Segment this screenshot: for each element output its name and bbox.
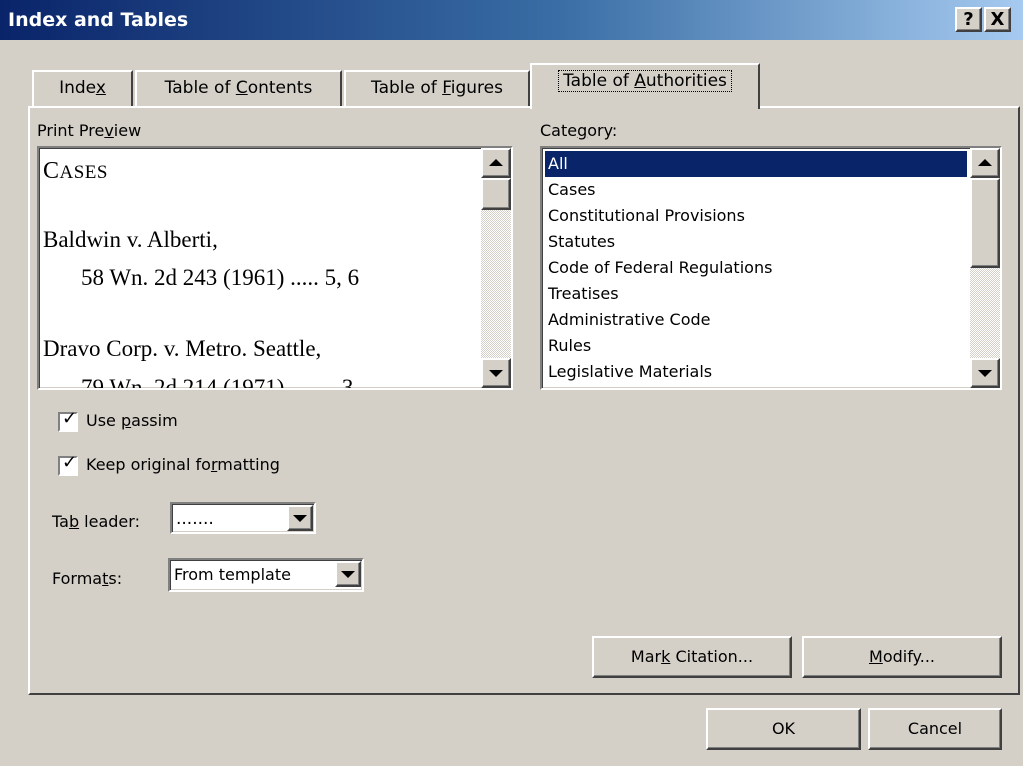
ok-button[interactable]: OK — [706, 708, 861, 750]
window-title: Index and Tables — [8, 9, 189, 31]
formats-select[interactable]: From template — [168, 558, 364, 592]
label-text: s: — [108, 569, 123, 588]
label-text: Forma — [52, 569, 103, 588]
chevron-down-icon — [293, 515, 307, 522]
label-text: Cate — [540, 121, 578, 140]
keep-original-formatting-checkbox[interactable]: ✓ Keep original formatting — [58, 452, 348, 479]
use-passim-checkbox[interactable]: ✓ Use passim — [58, 408, 238, 435]
title-bar[interactable]: Index and Tables ? X — [0, 0, 1023, 40]
category-item-constitutional-provisions[interactable]: Constitutional Provisions — [545, 203, 967, 229]
button-text: Mar — [630, 647, 662, 666]
close-icon: X — [990, 9, 1005, 30]
checkbox-box[interactable]: ✓ — [58, 408, 78, 432]
category-label: Category: — [540, 121, 617, 140]
close-button[interactable]: X — [984, 7, 1011, 32]
tab-index[interactable]: Index — [32, 70, 133, 106]
category-item-all[interactable]: All — [545, 151, 967, 177]
tab-label: Table of — [563, 71, 635, 91]
help-icon: ? — [963, 9, 974, 30]
tab-accel: x — [95, 78, 106, 98]
category-item-legislative-materials[interactable]: Legislative Materials — [545, 359, 967, 385]
tab-leader-select[interactable]: ....... — [170, 502, 316, 534]
tab-table-of-authorities[interactable]: Table of Authorities — [530, 63, 760, 109]
category-listbox[interactable]: All Cases Constitutional Provisions Stat… — [540, 146, 1002, 390]
formats-label: Formats: — [52, 569, 122, 588]
label-text: Keep original fo — [86, 455, 211, 474]
scroll-up-button[interactable] — [481, 148, 511, 178]
label-text: assim — [131, 411, 178, 430]
tab-label: Inde — [59, 78, 96, 98]
label-text: ory: — [587, 121, 618, 140]
tab-label: ontents — [247, 78, 313, 98]
arrow-up-icon — [489, 159, 503, 166]
category-item-administrative-code[interactable]: Administrative Code — [545, 307, 967, 333]
tab-label: uthorities — [645, 71, 727, 91]
tab-accel: A — [634, 71, 646, 91]
label-accel: b — [68, 512, 80, 531]
keep-formatting-label: Keep original formatting — [86, 455, 280, 474]
modify-button[interactable]: Modify... — [802, 636, 1002, 678]
heading-rest: ASES — [59, 162, 108, 183]
label-accel: g — [577, 121, 588, 140]
label-text: Ta — [52, 512, 69, 531]
arrow-up-icon — [978, 159, 992, 166]
scroll-up-button[interactable] — [970, 148, 1000, 178]
arrow-down-icon — [489, 370, 503, 377]
tab-label: Table of — [164, 78, 236, 98]
checkmark-icon: ✓ — [62, 408, 78, 429]
scroll-down-button[interactable] — [970, 358, 1000, 388]
tab-leader-label: Tab leader: — [52, 512, 140, 531]
preview-line: 79 Wn. 2d 214 (1971) ........ 3 — [81, 375, 354, 390]
preview-heading: CASES — [43, 158, 108, 185]
tab-label: Table of — [371, 78, 443, 98]
checkbox-box[interactable]: ✓ — [58, 452, 78, 476]
formats-dropdown-button[interactable] — [335, 561, 361, 587]
preview-line: Baldwin v. Alberti, — [43, 227, 218, 252]
tab-label: igures — [450, 78, 503, 98]
scroll-down-button[interactable] — [481, 358, 511, 388]
preview-line: 58 Wn. 2d 243 (1961) ..... 5, 6 — [81, 265, 360, 290]
cancel-button[interactable]: Cancel — [868, 708, 1002, 750]
tab-accel: C — [235, 78, 248, 98]
category-item-statutes[interactable]: Statutes — [545, 229, 967, 255]
button-accel: k — [661, 647, 671, 666]
chevron-down-icon — [341, 571, 355, 578]
category-item-cases[interactable]: Cases — [545, 177, 967, 203]
arrow-down-icon — [978, 370, 992, 377]
tab-leader-value: ....... — [176, 509, 214, 529]
heading-first: C — [43, 158, 60, 184]
print-preview-box[interactable]: CASES Baldwin v. Alberti, 58 Wn. 2d 243 … — [37, 146, 513, 390]
preview-line: Dravo Corp. v. Metro. Seattle, — [43, 336, 322, 361]
label-text: leader: — [79, 512, 140, 531]
button-text: Citation... — [670, 647, 754, 666]
label-accel: v — [104, 121, 114, 140]
button-text: odify... — [882, 647, 935, 666]
category-item-rules[interactable]: Rules — [545, 333, 967, 359]
preview-scrollbar[interactable] — [481, 148, 511, 388]
checkmark-icon: ✓ — [62, 452, 78, 473]
scroll-thumb[interactable] — [481, 178, 511, 210]
label-text: Use — [86, 411, 121, 430]
use-passim-label: Use passim — [86, 411, 178, 430]
category-scrollbar[interactable] — [970, 148, 1000, 388]
button-accel: M — [869, 647, 883, 666]
print-preview-label: Print Preview — [37, 121, 141, 140]
tab-table-of-figures[interactable]: Table of Figures — [344, 70, 530, 106]
label-text: Print Pre — [37, 121, 105, 140]
tab-table-of-contents[interactable]: Table of Contents — [135, 70, 342, 106]
mark-citation-button[interactable]: Mark Citation... — [592, 636, 792, 678]
label-accel: p — [120, 411, 132, 430]
category-item-code-of-federal-regulations[interactable]: Code of Federal Regulations — [545, 255, 967, 281]
category-item-treatises[interactable]: Treatises — [545, 281, 967, 307]
scroll-thumb[interactable] — [970, 178, 1000, 268]
tab-accel: F — [442, 78, 451, 98]
tab-leader-dropdown-button[interactable] — [287, 505, 313, 531]
help-button[interactable]: ? — [955, 7, 982, 32]
formats-value: From template — [174, 565, 291, 584]
label-text: iew — [113, 121, 142, 140]
label-text: matting — [217, 455, 280, 474]
